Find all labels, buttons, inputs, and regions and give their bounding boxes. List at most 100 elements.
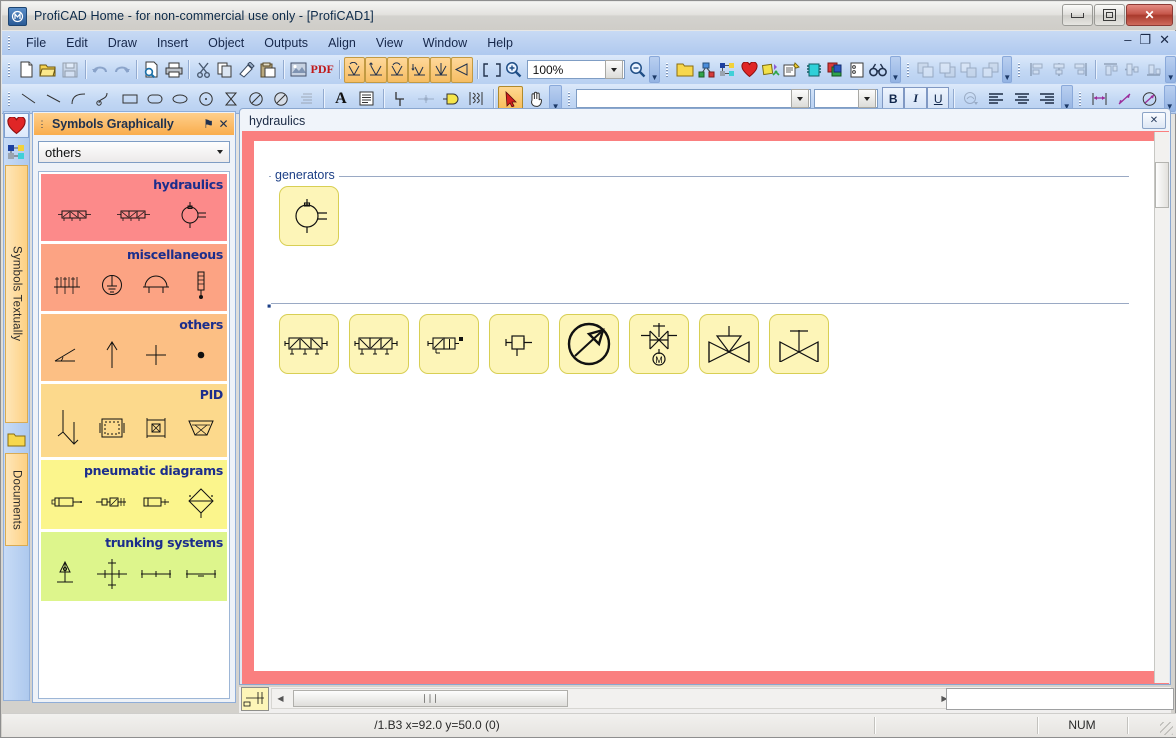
bezier-icon[interactable] [92,86,117,112]
paste-icon[interactable] [258,57,280,83]
mdi-minimize-button[interactable]: – [1124,33,1131,46]
menu-item-insert[interactable]: Insert [147,33,198,53]
mdi-restore-button[interactable]: ❐ [1139,33,1151,46]
bring-forward-icon[interactable] [958,57,980,83]
symbol-group-pid[interactable]: PID [41,384,227,457]
dock-icon-symbols-graphically[interactable] [4,139,29,164]
italic-button[interactable]: I [904,87,927,110]
dock-tab-symbols-textually[interactable]: Symbols Textually [5,165,28,423]
print-icon[interactable] [163,57,185,83]
symbol-hydraulic-pump-generator[interactable] [279,186,339,246]
rotate-left-icon[interactable] [343,56,366,83]
symbol-trunk-segment[interactable] [179,553,224,595]
symbol-group-others[interactable]: others [41,314,227,381]
toolbar-overflow-order[interactable]: ▼ [1001,56,1013,83]
symbol-cylinder-2[interactable] [90,481,135,523]
line2-icon[interactable] [41,86,66,112]
favorites-heart-icon[interactable] [738,57,760,83]
symbol-hydraulic-pump[interactable] [164,194,223,236]
format-painter-icon[interactable] [236,57,258,83]
rotate-right-icon[interactable] [365,56,387,83]
menu-item-window[interactable]: Window [413,33,477,53]
symbol-motorized-valve[interactable]: M [629,314,689,374]
menu-item-view[interactable]: View [366,33,413,53]
symbol-directional-valve-2-way[interactable] [419,314,479,374]
scroll-left-button[interactable]: ◀ [272,689,289,708]
undo-icon[interactable] [89,57,111,83]
layers-icon[interactable] [825,57,847,83]
open-icon[interactable] [38,57,60,83]
toolbar-grip-format[interactable] [566,91,573,107]
toolbar-overflow-main[interactable]: ▼ [649,56,660,83]
ellipse-icon[interactable] [168,86,193,112]
symbol-trunk-cross[interactable] [90,553,135,595]
bottom-text-field[interactable] [946,688,1174,710]
symbol-group-trunking-systems[interactable]: trunking systems [41,532,227,601]
canvas-vertical-scrollbar[interactable] [1154,132,1169,683]
page-icon[interactable] [846,57,868,83]
symbol-group-pneumatic-diagrams[interactable]: pneumatic diagrams [41,460,227,529]
rectangle-icon[interactable] [117,86,142,112]
symbol-group-hydraulics[interactable]: hydraulics [41,174,227,241]
underline-button[interactable]: U [926,87,950,110]
symbol-pid-funnel[interactable] [179,407,224,449]
symbol-pid-curve[interactable] [45,407,90,449]
symbol-group-list[interactable]: hydraulics miscellaneous others PID pneu… [38,171,230,699]
symbol-angle[interactable] [45,334,90,376]
bring-to-front-icon[interactable] [915,57,937,83]
flip-vertical-icon[interactable] [408,56,430,83]
copy-icon[interactable] [215,57,237,83]
symbol-earth-circle[interactable] [90,264,135,306]
save-icon[interactable] [59,57,81,83]
symbol-directional-valve-4-way-b[interactable] [349,314,409,374]
symbol-thermometer[interactable] [179,264,224,306]
toolbar-grip-order[interactable] [905,62,912,78]
font-size-combo[interactable] [813,89,878,108]
panel-grip-icon[interactable]: ⋮ [34,118,49,130]
symbol-arrow-up[interactable] [90,334,135,376]
new-icon[interactable] [16,57,38,83]
horizontal-scroll-thumb[interactable]: ∣∣∣ [293,690,568,707]
cut-icon[interactable] [193,57,215,83]
mirror-horizontal-icon[interactable] [429,56,452,83]
documents-folder-icon[interactable] [4,427,29,452]
zoom-fit-icon[interactable] [482,57,504,83]
palette-preview[interactable] [241,687,269,711]
symbol-control-valve-actuator[interactable] [699,314,759,374]
toolbar-grip-panels[interactable] [664,62,671,78]
library-select[interactable]: others [38,141,230,163]
symbol-directional-valve-4-way-a[interactable] [279,314,339,374]
symbol-pid-box[interactable] [90,407,135,449]
align-left-icon[interactable] [1026,57,1048,83]
symbol-single-acting-cylinder[interactable] [489,314,549,374]
align-top-icon[interactable] [1100,57,1122,83]
symbol-butterfly-valve[interactable] [769,314,829,374]
symbol-terminal-strip[interactable] [45,264,90,306]
chevron-down-icon[interactable] [790,89,809,108]
chevron-down-icon[interactable] [604,60,623,79]
maximize-button[interactable] [1094,4,1125,26]
close-icon[interactable]: ✕ [216,118,231,130]
find-icon[interactable] [868,57,890,83]
symbol-pump-circle-arrow[interactable] [559,314,619,374]
line-icon[interactable] [16,86,41,112]
align-middle-icon[interactable] [1121,57,1143,83]
toolbar-grip-draw[interactable] [6,91,13,107]
minimize-button[interactable] [1062,4,1093,26]
menu-item-outputs[interactable]: Outputs [254,33,318,53]
send-to-back-icon[interactable] [936,57,958,83]
image-export-icon[interactable] [288,57,310,83]
notes-icon[interactable] [782,57,804,83]
toolbar-grip-file[interactable] [6,62,13,78]
send-backward-icon[interactable] [979,57,1001,83]
netlist-icon[interactable] [695,57,717,83]
document-tab[interactable]: hydraulics [241,110,313,131]
toolbar-overflow-panels[interactable]: ▼ [890,56,901,83]
menu-grip[interactable] [6,35,13,51]
arc-icon[interactable] [67,86,92,112]
resize-grip[interactable] [1160,722,1173,735]
align-bottom-icon[interactable] [1143,57,1165,83]
vertical-scroll-thumb[interactable] [1155,162,1169,208]
print-preview-icon[interactable] [141,57,163,83]
pdf-icon[interactable]: PDF [310,57,335,83]
